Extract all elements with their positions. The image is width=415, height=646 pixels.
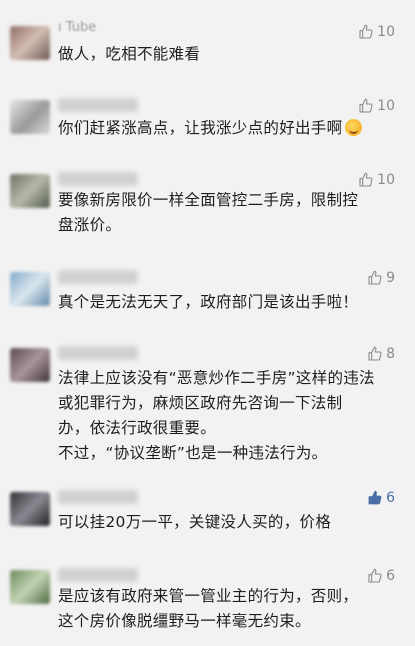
thumbs-up-icon <box>368 270 382 285</box>
comment-line: 这个房价像脱缰野马一样毫无约束。 <box>58 612 311 630</box>
comment-text: 可以挂20万一平，关键没人买的，价格 <box>58 510 388 535</box>
thumbs-up-icon <box>359 24 373 39</box>
username[interactable] <box>58 490 138 504</box>
comment-line: 或犯罪行为，麻烦区政府先咨询一下法制 <box>58 394 343 412</box>
like-button[interactable]: 8 <box>367 346 395 362</box>
comment-line-text: 你们赶紧涨高点，让我涨少点的好出手啊 <box>58 119 343 137</box>
comment-line: 真个是无法无天了，政府部门是该出手啦！ <box>58 293 359 311</box>
comment-line: 盘涨价。 <box>58 216 122 234</box>
avatar[interactable] <box>10 570 50 604</box>
like-button[interactable]: 10 <box>358 24 395 40</box>
comment-text: 是应该有政府来管一管业主的行为，否则， 这个房价像脱缰野马一样毫无约束。 <box>58 584 388 634</box>
like-button[interactable]: 6 <box>367 568 395 584</box>
username[interactable] <box>58 270 138 284</box>
like-count: 10 <box>377 172 395 188</box>
grin-emoji-icon <box>345 119 363 136</box>
comment-text: 做人，吃相不能难看 <box>58 42 388 67</box>
username[interactable] <box>58 98 138 112</box>
comment-line: 法律上应该没有“恶意炒作二手房”这样的违法 <box>58 369 375 387</box>
comment-text: 真个是无法无天了，政府部门是该出手啦！ <box>58 290 388 315</box>
avatar[interactable] <box>10 100 50 134</box>
avatar[interactable] <box>10 272 50 306</box>
username[interactable] <box>58 172 138 186</box>
comment-text: 要像新房限价一样全面管控二手房，限制控 盘涨价。 <box>58 188 388 238</box>
comment-line: 办，依法行政很重要。 <box>58 419 217 437</box>
username[interactable] <box>58 346 138 360</box>
thumbs-up-icon <box>368 346 382 361</box>
avatar[interactable] <box>10 348 50 382</box>
comment-line: 做人，吃相不能难看 <box>58 45 201 63</box>
comment-line: 你们赶紧涨高点，让我涨少点的好出手啊 <box>58 116 388 141</box>
comment-list: ı Tube 10 做人，吃相不能难看 10 你们赶紧涨高点，让我涨少点的好出手… <box>0 0 415 646</box>
like-count: 9 <box>386 270 395 286</box>
like-count: 8 <box>386 346 395 362</box>
username[interactable]: ı Tube <box>58 20 96 35</box>
like-button[interactable]: 10 <box>358 172 395 188</box>
comment-text: 你们赶紧涨高点，让我涨少点的好出手啊 <box>58 116 388 141</box>
avatar[interactable] <box>10 492 50 526</box>
comment-text: 法律上应该没有“恶意炒作二手房”这样的违法 或犯罪行为，麻烦区政府先咨询一下法制… <box>58 366 388 466</box>
comment-line: 不过，“协议垄断”也是一种违法行为。 <box>58 444 328 462</box>
like-count: 10 <box>377 24 395 40</box>
avatar[interactable] <box>10 174 50 208</box>
like-count: 6 <box>386 490 395 506</box>
like-button[interactable]: 9 <box>367 270 395 286</box>
comment-line: 是应该有政府来管一管业主的行为，否则， <box>58 587 359 605</box>
like-button[interactable]: 10 <box>358 98 395 114</box>
like-count: 6 <box>386 568 395 584</box>
username[interactable] <box>58 568 138 582</box>
like-button[interactable]: 6 <box>367 490 395 506</box>
comment-line: 可以挂20万一平，关键没人买的，价格 <box>58 513 332 531</box>
like-count: 10 <box>377 98 395 114</box>
avatar[interactable] <box>10 26 50 60</box>
thumbs-up-icon <box>359 98 373 113</box>
thumbs-up-icon <box>368 568 382 583</box>
thumbs-up-icon <box>368 490 382 505</box>
comment-line: 要像新房限价一样全面管控二手房，限制控 <box>58 191 359 209</box>
thumbs-up-icon <box>359 172 373 187</box>
